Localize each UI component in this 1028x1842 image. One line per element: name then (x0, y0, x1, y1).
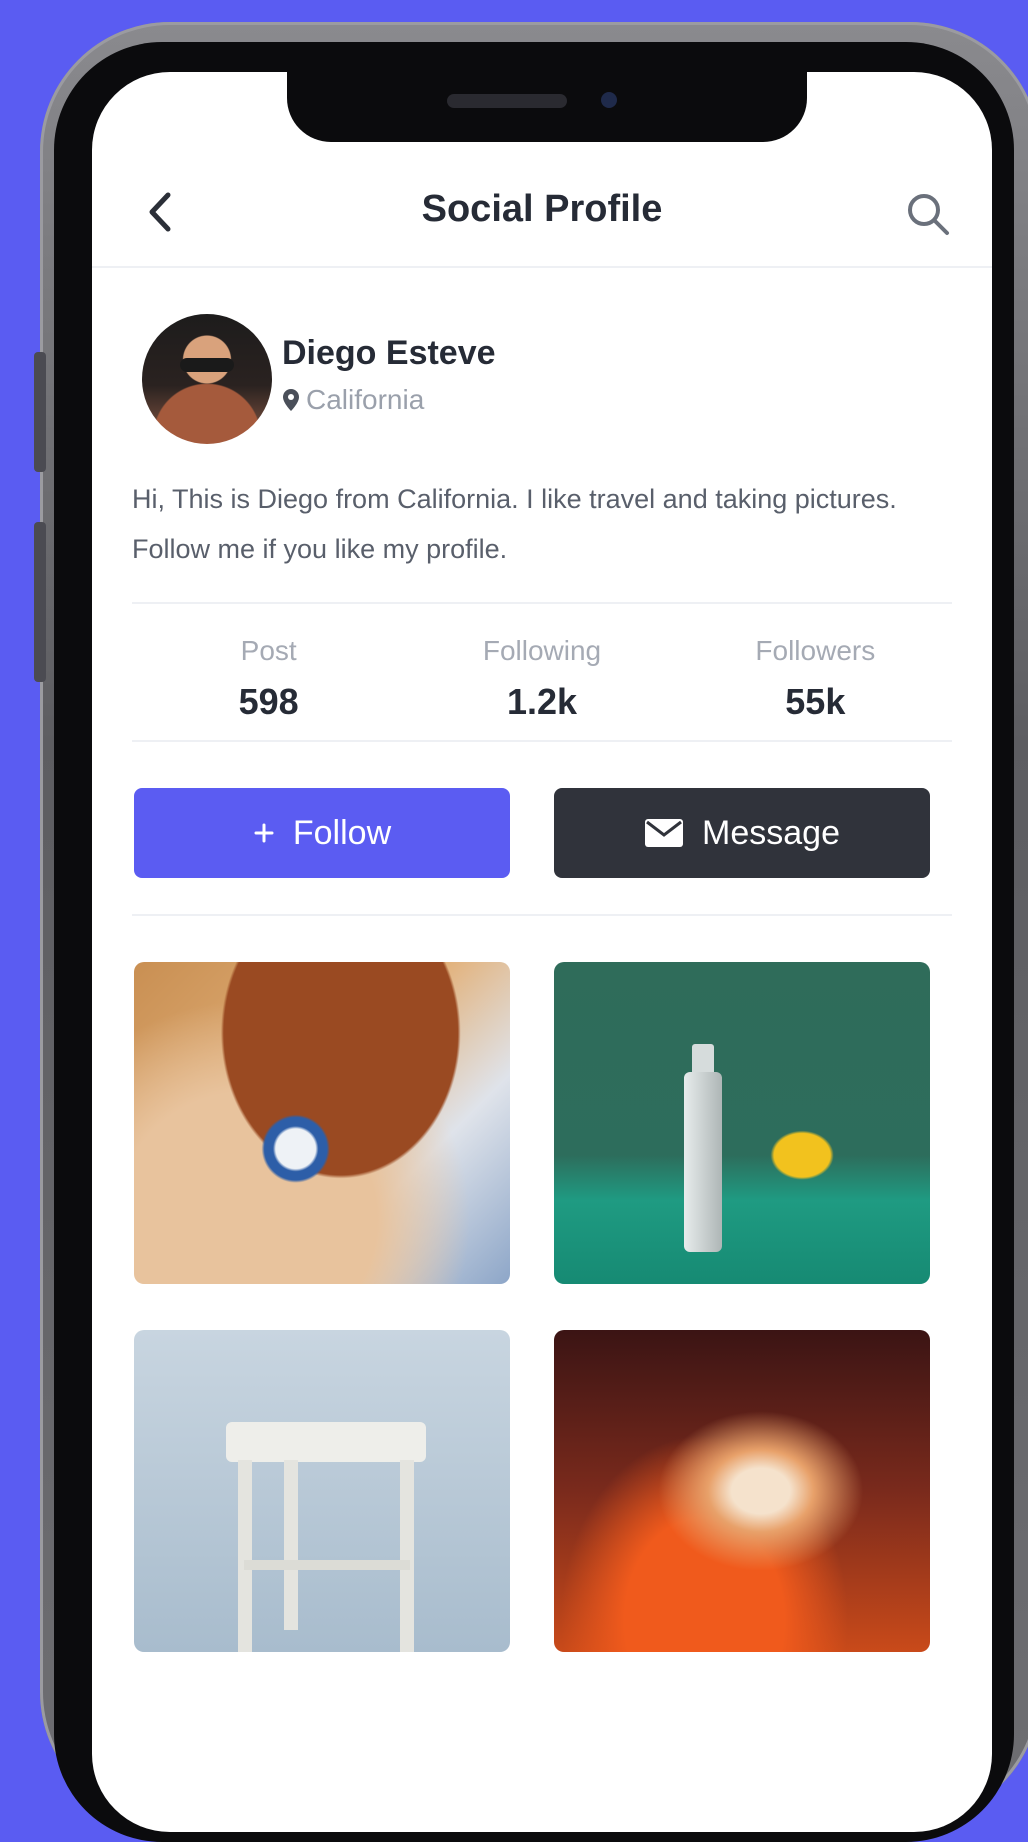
stats-row: Post 598 Following 1.2k Followers 55k (132, 617, 952, 727)
stat-followers[interactable]: Followers 55k (679, 617, 952, 727)
plus-icon (254, 823, 274, 843)
stat-value: 1.2k (506, 681, 578, 722)
stat-label: Following (482, 635, 602, 666)
gallery-photo-portrait[interactable] (554, 1330, 930, 1652)
gallery-photo-bottle[interactable] (554, 962, 930, 1284)
stat-value: 598 (238, 681, 299, 722)
stool-leg (400, 1460, 414, 1652)
avatar[interactable] (142, 314, 272, 444)
page-title: Social Profile (421, 188, 663, 230)
message-button[interactable]: Message (554, 788, 930, 878)
stat-following[interactable]: Following 1.2k (405, 617, 678, 727)
gallery-photo-stool[interactable] (134, 1330, 510, 1652)
divider (132, 602, 952, 604)
divider (132, 914, 952, 916)
stool-leg (284, 1460, 298, 1630)
follow-button[interactable]: Follow (134, 788, 510, 878)
stat-value: 55k (785, 681, 846, 722)
phone-screen: Social Profile Diego Esteve California H… (92, 72, 992, 1832)
profile-bio: Hi, This is Diego from California. I lik… (132, 484, 897, 564)
location-pin-icon (283, 389, 299, 411)
envelope-icon (645, 819, 684, 847)
stool-leg (238, 1460, 252, 1652)
stool-seat (226, 1422, 426, 1462)
front-camera (601, 92, 617, 108)
notch (287, 72, 807, 142)
stool-rung (244, 1560, 410, 1570)
bottle (684, 1072, 722, 1252)
gallery-photo-headphones[interactable] (134, 962, 510, 1284)
profile-location: California (282, 384, 424, 416)
search-icon (908, 194, 949, 235)
follow-label: Follow (292, 813, 392, 852)
speaker (447, 94, 567, 108)
stat-label: Followers (755, 635, 876, 666)
stat-posts[interactable]: Post 598 (132, 617, 405, 727)
avatar-glasses (180, 358, 234, 372)
side-button (34, 352, 46, 472)
profile-name: Diego Esteve (282, 334, 496, 372)
app-header: Social Profile (92, 168, 992, 268)
location-text: California (306, 384, 425, 415)
side-button (34, 522, 46, 682)
divider (132, 740, 952, 742)
search-button[interactable] (900, 186, 956, 242)
message-label: Message (702, 813, 840, 852)
stat-label: Post (240, 635, 297, 666)
